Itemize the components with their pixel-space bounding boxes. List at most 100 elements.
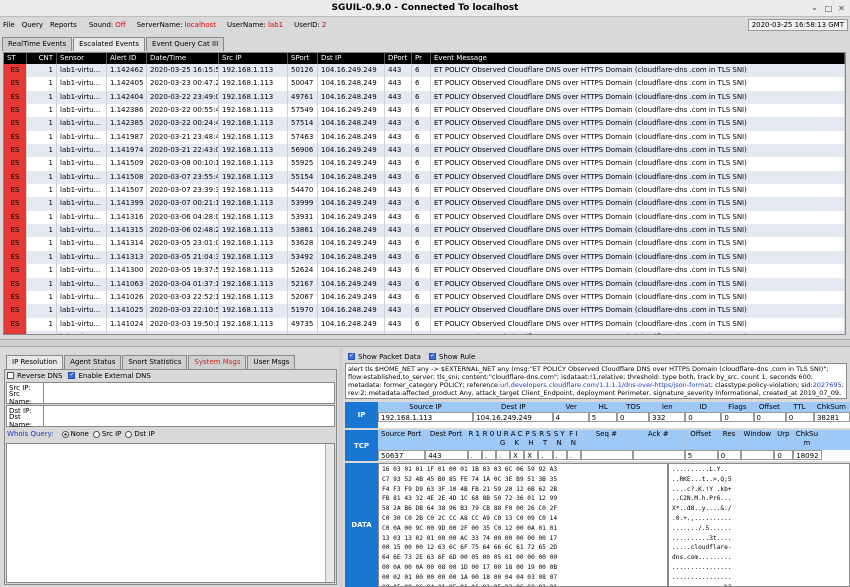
col-dst-ip[interactable]: Dst IP (318, 53, 385, 64)
col-sensor[interactable]: Sensor (57, 53, 107, 64)
whois-label: Whois Query: (7, 430, 54, 438)
table-row[interactable]: ES 1 lab1-virtu... 1.141313 2020-03-05 21:04… (4, 250, 845, 265)
show-packet-data-checkbox[interactable] (348, 352, 355, 360)
col-event-message[interactable]: Event Message (431, 53, 845, 64)
whois-src-radio[interactable] (92, 430, 100, 438)
tab-system-msgs[interactable]: System Msgs (188, 355, 247, 369)
cell-src-ip: 192.168.1.113 (219, 317, 288, 331)
external-dns-checkbox[interactable] (68, 371, 76, 379)
dst-ip-field[interactable] (43, 406, 334, 416)
table-row[interactable]: ES 1 lab1-virtu... 1.141507 2020-03-07 23:39… (4, 184, 845, 198)
tab-realtime-events[interactable]: RealTime Events (2, 37, 73, 51)
tab-ip-resolution[interactable]: IP Resolution (6, 355, 64, 369)
show-rule-checkbox[interactable] (428, 352, 436, 360)
whois-dst-radio[interactable] (125, 430, 133, 438)
dst-name-field[interactable] (43, 416, 334, 426)
menu-file[interactable]: File (3, 21, 15, 29)
menu-query[interactable]: Query (22, 21, 43, 29)
tcp-header-field-3[interactable]: . (481, 450, 496, 460)
ip-header-field-2[interactable]: 4 (552, 412, 589, 422)
maximize-icon[interactable]: □ (823, 3, 834, 14)
table-row[interactable]: ES 1 lab1-virtu... 1.141025 2020-03-03 22:10… (4, 304, 845, 318)
table-row[interactable]: ES 1 lab1-virtu... 1.141300 2020-03-05 19:37… (4, 264, 845, 278)
ip-header-field-5[interactable]: 332 (649, 412, 686, 422)
tcp-header-field-11[interactable] (632, 450, 685, 460)
ip-header-field-0[interactable]: 192.168.1.113 (378, 412, 474, 422)
table-row[interactable]: ES 1 lab1-virtu... 1.141314 2020-03-05 23:01… (4, 237, 845, 251)
col-src-ip[interactable]: Src IP (219, 53, 288, 64)
tcp-header-field-1[interactable]: 443 (425, 450, 468, 460)
tcp-header-field-14[interactable] (741, 450, 775, 460)
table-row[interactable]: ES 1 lab1-virtu... 1.141508 2020-03-07 23:55… (4, 170, 845, 185)
tcp-header-field-2[interactable]: . (467, 450, 482, 460)
table-row[interactable]: ES 1 lab1-virtu... 1.142462 2020-03-25 16:15… (4, 64, 845, 78)
table-row[interactable]: ES 1 lab1-virtu... 1.141024 2020-03-03 19:50… (4, 317, 845, 331)
tab-agent-status[interactable]: Agent Status (64, 355, 122, 369)
ip-header-field-7[interactable]: 0 (721, 412, 754, 422)
cell-cnt: 1 (27, 170, 57, 185)
tab-snort-statistics[interactable]: Snort Statistics (122, 355, 188, 369)
rule-reference-link[interactable]: url,developers.cloudflare.com/1.1.1.1/dn… (500, 381, 711, 389)
table-row[interactable]: ES 1 lab1-virtu... 1.141315 2020-03-06 02:48… (4, 224, 845, 238)
table-row[interactable]: ES 1 lab1-virtu... 1.142385 2020-03-22 00:24… (4, 117, 845, 131)
cell-sport: 56906 (288, 144, 318, 158)
cell-st: ES (4, 277, 27, 291)
col-dport[interactable]: DPort (385, 53, 412, 64)
ip-header-field-8[interactable]: 0 (753, 412, 786, 422)
src-name-field[interactable] (43, 393, 334, 403)
cell-dport: 443 (385, 184, 412, 198)
cell-src-ip: 192.168.1.113 (219, 290, 288, 305)
ip-header-field-4[interactable]: 0 (616, 412, 650, 422)
tcp-header-field-7[interactable]: . (538, 450, 553, 460)
tcp-header-field-6[interactable]: X (524, 450, 539, 460)
tcp-header-field-0[interactable]: 50637 (378, 450, 426, 460)
ip-header-field-6[interactable]: 0 (685, 412, 722, 422)
table-row[interactable]: ES 1 lab1-virtu... 1.141026 2020-03-03 22:52… (4, 290, 845, 305)
col-cnt[interactable]: CNT (27, 53, 57, 64)
cell-datetime: 2020-03-08 00:10:16 (147, 157, 219, 171)
table-row[interactable]: ES 1 lab1-virtu... 1.142386 2020-03-22 00:55… (4, 104, 845, 118)
menu-reports[interactable]: Reports (50, 21, 77, 29)
table-row[interactable]: ES 1 lab1-virtu... 1.141987 2020-03-21 23:48… (4, 130, 845, 145)
col-sport[interactable]: SPort (288, 53, 318, 64)
vertical-splitter[interactable] (339, 347, 343, 587)
tab-event-query[interactable]: Event Query Cat III (146, 37, 225, 51)
src-ip-field[interactable] (43, 383, 334, 393)
tab-escalated-events[interactable]: Escalated Events (73, 37, 146, 51)
ip-header-field-10[interactable]: 38281 (813, 412, 850, 422)
table-row[interactable]: ES 1 lab1-virtu... 1.141063 2020-03-04 01:37… (4, 277, 845, 291)
col-pr[interactable]: Pr (412, 53, 431, 64)
ip-header-field-3[interactable]: 5 (588, 412, 617, 422)
tab-user-msgs[interactable]: User Msgs (247, 355, 296, 369)
tcp-header-field-15[interactable]: 0 (774, 450, 794, 460)
close-icon[interactable]: ✕ (836, 3, 847, 14)
table-row[interactable]: ES 1 lab1-virtu... 1.141316 2020-03-06 04:28… (4, 210, 845, 225)
whois-scrollbar[interactable] (325, 444, 334, 582)
ip-header-field-1[interactable]: 104.16.249.249 (473, 412, 553, 422)
table-row[interactable]: ES 1 lab1-virtu... 1.142404 2020-03-22 23:49… (4, 90, 845, 105)
tcp-header-field-9[interactable]: . (566, 450, 581, 460)
tcp-header-field-16[interactable]: 18092 (793, 450, 822, 460)
tcp-header-field-5[interactable]: X (510, 450, 525, 460)
col-st[interactable]: ST (4, 53, 27, 64)
minimize-icon[interactable]: – (809, 3, 820, 14)
table-row[interactable]: ES 1 lab1-virtu... 1.141974 2020-03-21 22:43… (4, 144, 845, 158)
ip-header-field-9[interactable]: 0 (785, 412, 814, 422)
reverse-dns-checkbox[interactable] (7, 372, 14, 379)
tcp-header-field-10[interactable] (580, 450, 633, 460)
tcp-header-field-13[interactable]: 0 (717, 450, 742, 460)
tcp-header-field-12[interactable]: 5 (684, 450, 718, 460)
whois-none-radio[interactable] (61, 430, 69, 438)
table-row[interactable]: ES 1 lab1-virtu... 1.141399 2020-03-07 00:21… (4, 197, 845, 211)
tcp-header-field-4[interactable]: . (495, 450, 511, 460)
col-alert-id[interactable]: Alert ID (107, 53, 147, 64)
table-row[interactable]: ES 1 lab1-virtu... 1.142405 2020-03-23 00:47… (4, 77, 845, 91)
table-row[interactable]: ES1lab1-virtu...1.1410232020-03-03 19:26… (4, 330, 845, 334)
rule-sid-link[interactable]: 2027695 (813, 381, 842, 389)
table-row[interactable]: ES 1 lab1-virtu... 1.141509 2020-03-08 00:10… (4, 157, 845, 171)
col-datetime[interactable]: Date/Time (147, 53, 219, 64)
cell-sensor: lab1-virtu... (57, 157, 107, 171)
tcp-header-field-8[interactable]: . (552, 450, 567, 460)
horizontal-splitter[interactable] (0, 339, 850, 347)
whois-output[interactable] (6, 443, 335, 583)
